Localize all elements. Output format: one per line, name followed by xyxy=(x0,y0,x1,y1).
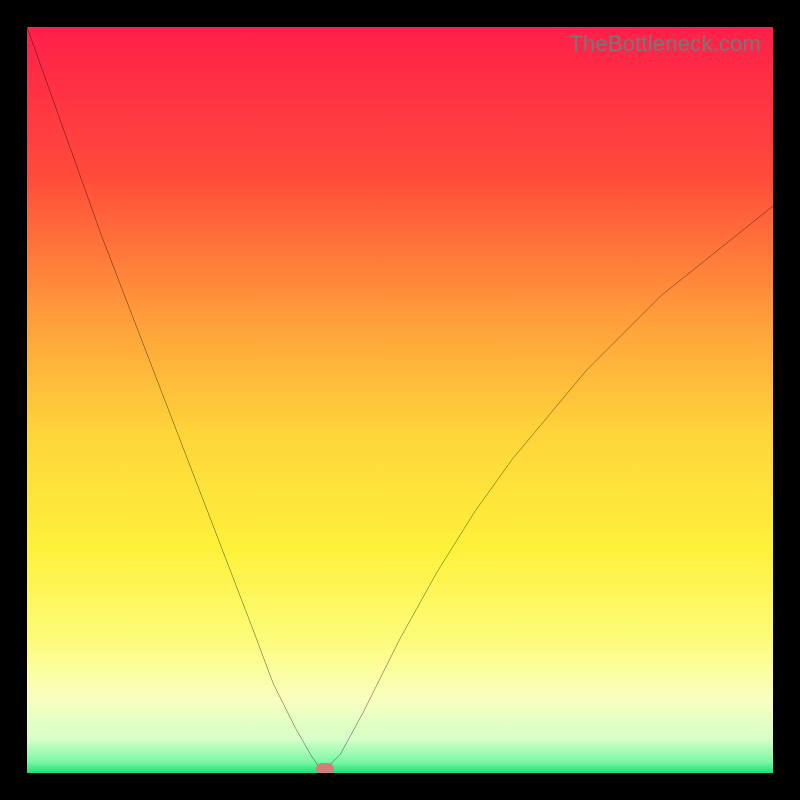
bottleneck-curve xyxy=(27,27,773,773)
watermark-text: TheBottleneck.com xyxy=(569,31,761,57)
plot-area: TheBottleneck.com xyxy=(27,27,773,773)
chart-stage: TheBottleneck.com xyxy=(0,0,800,800)
optimal-marker xyxy=(316,763,334,773)
